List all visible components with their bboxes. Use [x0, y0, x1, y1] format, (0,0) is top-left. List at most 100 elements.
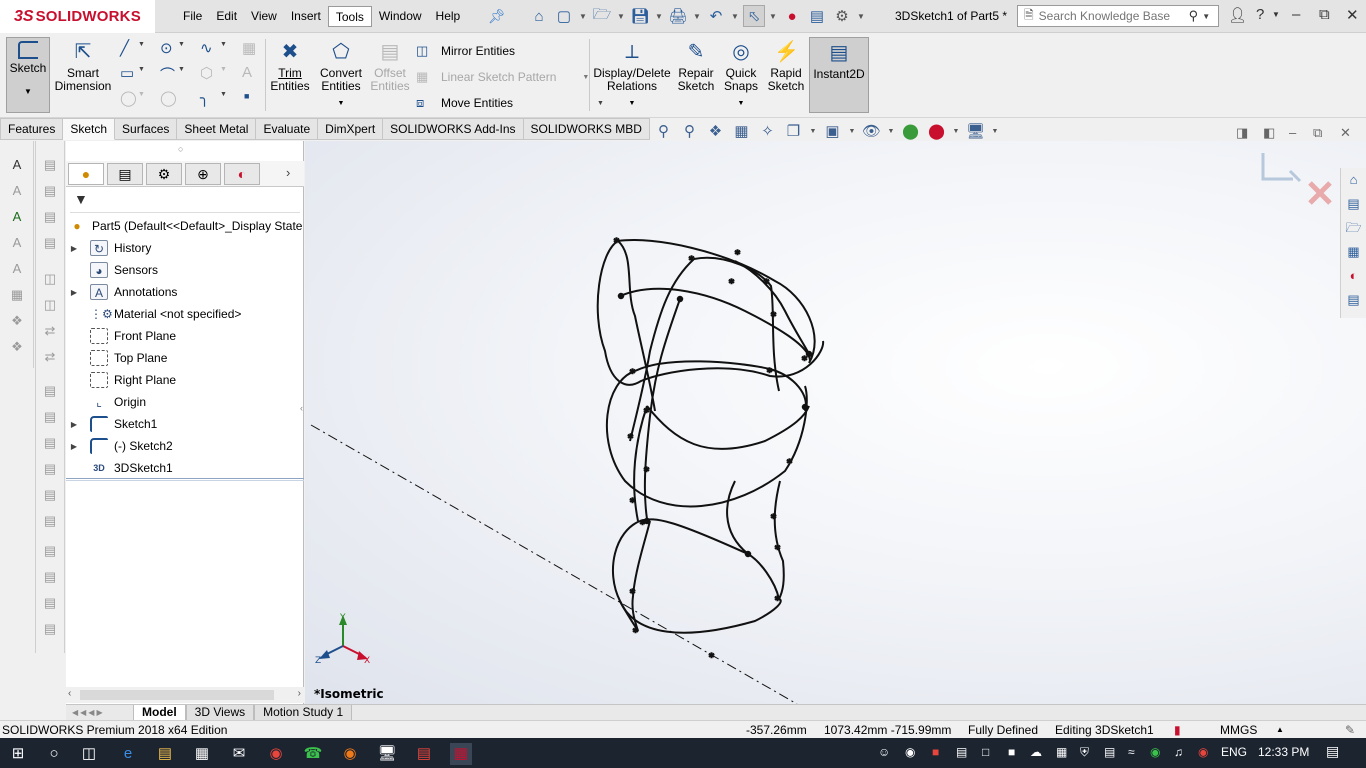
tab-sheet-metal[interactable]: Sheet Metal: [177, 118, 257, 140]
zoom-to-fit-icon[interactable]: ⚲: [653, 122, 674, 140]
menu-edit[interactable]: Edit: [209, 6, 244, 27]
expand-arrow-icon[interactable]: ▶: [66, 244, 82, 253]
tree-item-annotations[interactable]: ▶ A Annotations: [66, 281, 304, 303]
circle-dropdown-icon[interactable]: ▼: [178, 41, 185, 48]
tree-item-history[interactable]: ▶ ↻ History: [66, 237, 304, 259]
exit-sketch-icon[interactable]: [1261, 153, 1293, 181]
tab-configuration-manager[interactable]: ⚙: [146, 163, 182, 185]
confirmation-corner[interactable]: [1261, 153, 1332, 205]
tray-app-2-icon[interactable]: ■: [932, 745, 939, 759]
hide-show-dropdown-icon[interactable]: ▼: [887, 128, 895, 135]
display-style-dropdown-icon[interactable]: ▼: [848, 128, 856, 135]
relation-tool-3-icon[interactable]: ▤: [40, 209, 60, 229]
cancel-sketch-icon[interactable]: [1308, 181, 1332, 205]
tray-app-3-icon[interactable]: ▤: [956, 745, 967, 759]
appearances-icon[interactable]: ◐: [1341, 264, 1366, 288]
menu-insert[interactable]: Insert: [284, 6, 328, 27]
tab-display-manager[interactable]: ◐: [224, 163, 260, 185]
unit-system-selector[interactable]: MMGS: [1220, 723, 1257, 737]
save-icon[interactable]: 💾︎: [629, 5, 651, 27]
custom-properties-icon[interactable]: ▤: [1341, 288, 1366, 312]
tab-3d-views[interactable]: 3D Views: [185, 705, 255, 721]
search-dropdown-icon[interactable]: ▼: [1202, 12, 1210, 21]
tray-app-8-icon[interactable]: ◉: [1150, 745, 1160, 759]
rectangle-icon[interactable]: ▭: [120, 64, 134, 82]
view-settings-dropdown-icon[interactable]: ▼: [991, 128, 999, 135]
tray-app-5-icon[interactable]: ■: [1008, 745, 1015, 759]
minimize-window-icon[interactable]: –: [1292, 6, 1300, 23]
defender-icon[interactable]: ⛨: [1080, 745, 1089, 760]
cortana-search-icon[interactable]: ○: [43, 743, 65, 765]
search-scope-icon[interactable]: 🗎︎: [1024, 6, 1034, 27]
repair-sketch-button[interactable]: ✎ Repair Sketch: [675, 37, 717, 113]
notifications-icon[interactable]: ▤: [1326, 743, 1339, 760]
store-icon[interactable]: ▦: [191, 743, 213, 765]
tab-features[interactable]: Features: [0, 118, 64, 140]
open-dropdown-icon[interactable]: ▼: [616, 5, 626, 27]
dynamic-annotation-icon[interactable]: ✧: [757, 122, 778, 140]
firefox-icon[interactable]: ◉: [339, 743, 361, 765]
spline-dropdown-icon[interactable]: ▼: [220, 41, 227, 48]
menu-help[interactable]: Help: [429, 6, 468, 27]
search-knowledge-base[interactable]: 🗎︎ ⚲ ▼: [1017, 5, 1219, 27]
align-tool-4-icon[interactable]: ▤: [40, 461, 60, 481]
apply-scene-icon[interactable]: ⬤: [926, 122, 947, 140]
align-tool-5-icon[interactable]: ▤: [40, 487, 60, 507]
tree-item-3dsketch1[interactable]: 3D 3DSketch1: [66, 457, 304, 479]
instant2d-button[interactable]: ▤ Instant2D: [809, 37, 869, 113]
new-document-icon[interactable]: ▢: [553, 5, 575, 27]
rebuild-traffic-light-icon[interactable]: ●: [781, 5, 803, 27]
relation-tool-8-icon[interactable]: ⇄: [40, 349, 60, 369]
trim-entities-button[interactable]: ✖ Trim Entities: [268, 37, 312, 113]
sketch-text-icon[interactable]: A: [7, 157, 27, 177]
save-dropdown-icon[interactable]: ▼: [654, 5, 664, 27]
graphics-area[interactable]: * * * * * * * * * * * * * * * * * * * * …: [305, 141, 1366, 704]
tree-item-sketch2[interactable]: ▶ (-) Sketch2: [66, 435, 304, 457]
align-tool-10-icon[interactable]: ▤: [40, 621, 60, 641]
wifi-icon[interactable]: ≈: [1128, 745, 1135, 759]
quick-snaps-dropdown-icon[interactable]: ▼: [720, 97, 762, 110]
language-indicator[interactable]: ENG: [1221, 745, 1247, 759]
spline-icon[interactable]: ∿: [200, 39, 213, 57]
expand-arrow-icon[interactable]: ▶: [66, 288, 82, 297]
windows-start-icon[interactable]: ⊞: [7, 743, 29, 765]
task-view-icon[interactable]: ◫: [78, 743, 100, 765]
tab-feature-manager[interactable]: ●: [68, 163, 104, 185]
expand-arrow-icon[interactable]: ▶: [66, 442, 82, 451]
relations-dropdown-icon[interactable]: ▼: [592, 97, 672, 110]
panel-tabs-expand-icon[interactable]: ›: [286, 165, 290, 180]
sketch-picture-icon[interactable]: A: [7, 183, 27, 203]
tree-item-sensors[interactable]: ◕ Sensors: [66, 259, 304, 281]
line-icon[interactable]: ╱: [120, 39, 129, 57]
close-window-icon[interactable]: ✕: [1346, 6, 1359, 24]
chrome-icon[interactable]: ◉: [265, 743, 287, 765]
scroll-right-icon[interactable]: ›: [298, 688, 301, 699]
tree-item-sketch1[interactable]: ▶ Sketch1: [66, 413, 304, 435]
solidworks-resources-icon[interactable]: ⌂: [1341, 168, 1366, 192]
view-settings-icon[interactable]: 🖥︎: [965, 122, 986, 140]
mirror-entities-button[interactable]: ◫ Mirror Entities: [416, 43, 515, 59]
convert-dropdown-icon[interactable]: ▼: [316, 97, 366, 110]
relation-tool-7-icon[interactable]: ⇄: [40, 323, 60, 343]
panel-splitter-handle[interactable]: ○: [178, 144, 183, 154]
tab-dimxpert-manager[interactable]: ⊕: [185, 163, 221, 185]
pin-menu-icon[interactable]: 📌︎: [488, 8, 506, 25]
edit-appearance-icon[interactable]: ⬤: [900, 122, 921, 140]
tray-app-icon[interactable]: ◉: [905, 745, 915, 759]
select-dropdown-icon[interactable]: ▼: [768, 5, 778, 27]
sketch-ink-icon[interactable]: A: [7, 209, 27, 229]
onedrive-icon[interactable]: ☁: [1030, 745, 1042, 759]
volume-icon[interactable]: ♫: [1174, 745, 1183, 759]
select-cursor-icon[interactable]: ⬁: [743, 5, 765, 27]
file-explorer-icon[interactable]: ▤: [154, 743, 176, 765]
tray-app-9-icon[interactable]: ◉: [1198, 745, 1208, 759]
menu-tools[interactable]: Tools: [327, 6, 372, 27]
expand-arrow-icon[interactable]: ▶: [66, 420, 82, 429]
rollback-bar[interactable]: [66, 478, 304, 481]
undo-dropdown-icon[interactable]: ▼: [730, 5, 740, 27]
display-style-icon[interactable]: ▣: [822, 122, 843, 140]
scene-dropdown-icon[interactable]: ▼: [952, 128, 960, 135]
align-tool-8-icon[interactable]: ▤: [40, 569, 60, 589]
quick-snaps-button[interactable]: ◎ Quick Snaps ▼: [720, 37, 762, 113]
view-orientation-dropdown-icon[interactable]: ▼: [809, 128, 817, 135]
